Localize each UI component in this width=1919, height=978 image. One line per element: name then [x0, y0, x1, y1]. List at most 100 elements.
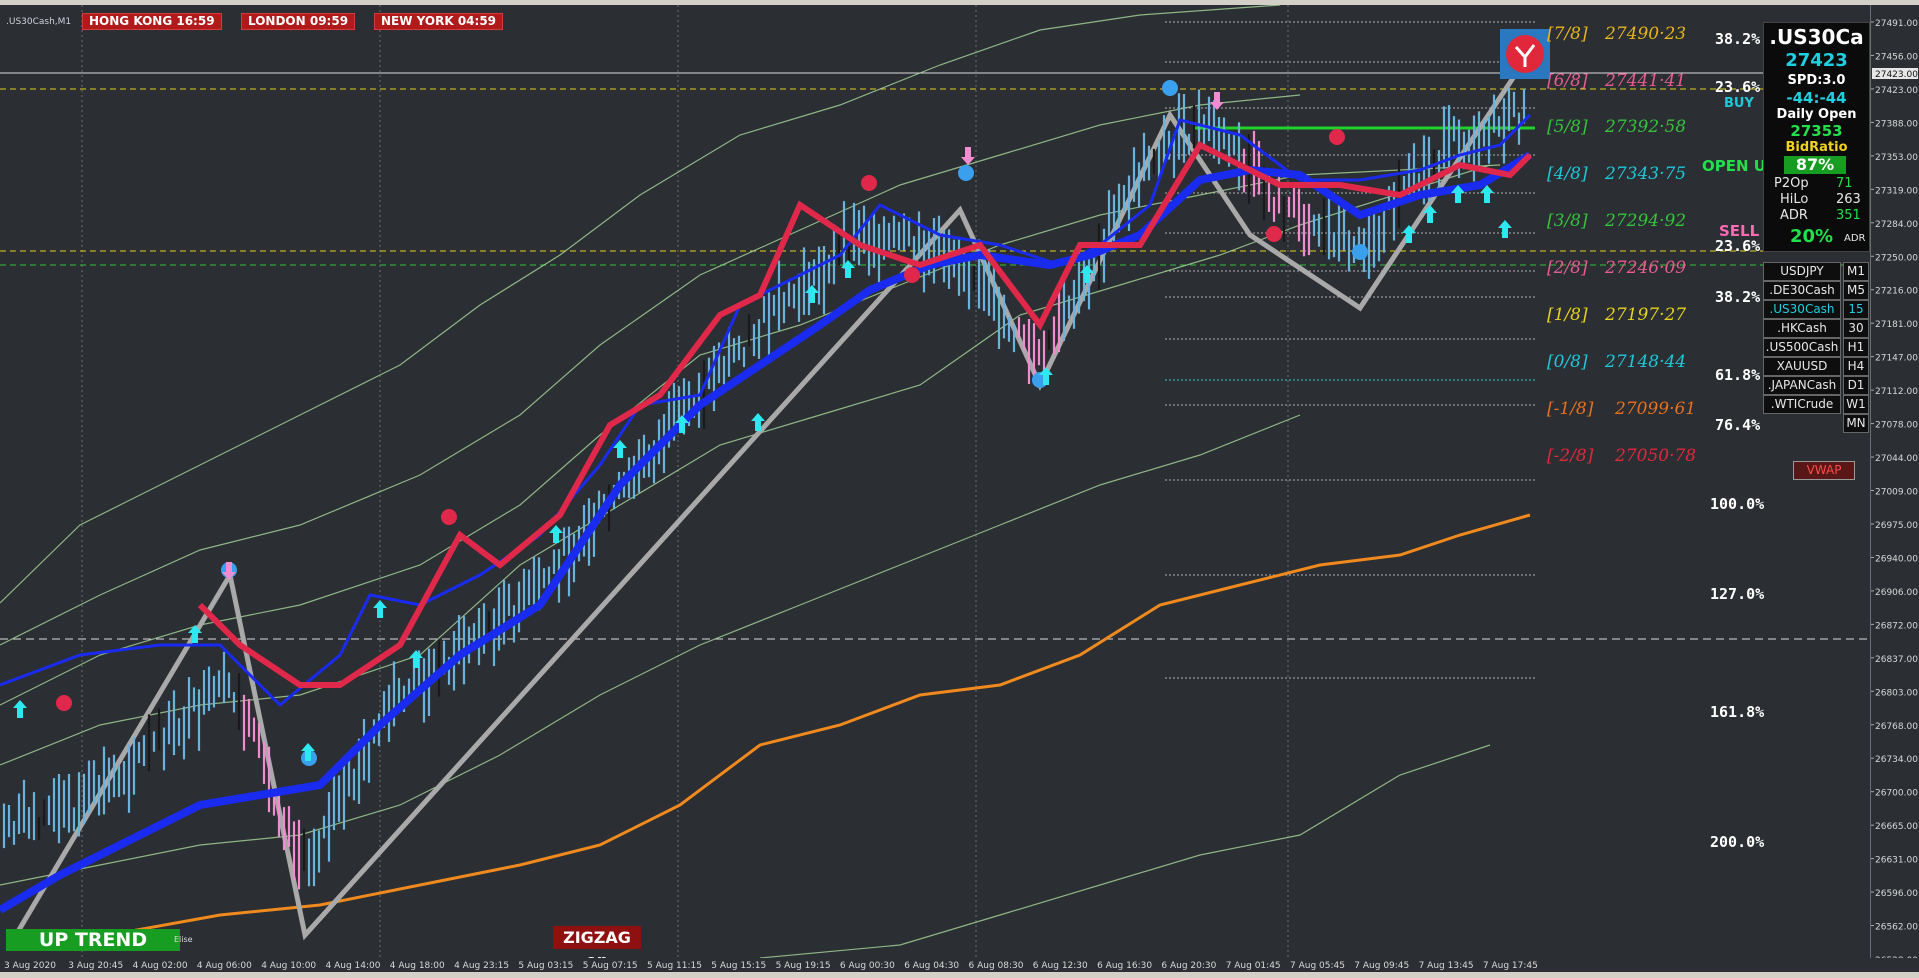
- sell-signal-dot: [56, 695, 72, 711]
- timeframe-period-button[interactable]: H4: [1843, 357, 1869, 376]
- murrey-level-price: 27490·23: [1605, 24, 1687, 44]
- time-axis-label: 5 Aug 15:15: [711, 961, 766, 971]
- time-axis-label: 4 Aug 02:00: [133, 961, 188, 971]
- sell-signal-dot: [441, 509, 457, 525]
- sell-arrow-icon: [1210, 92, 1224, 110]
- price-axis-label: 27044.00: [1875, 454, 1918, 464]
- price-axis-label: 26940.00: [1875, 554, 1918, 564]
- timeframe-row: .WTICrude W1: [1763, 395, 1869, 414]
- murrey-level-tag: [4/8]: [1547, 164, 1588, 184]
- fibo-level-label: 76.4%: [1715, 416, 1761, 434]
- info-p2op-label: P2Op: [1774, 176, 1809, 191]
- info-daily-open-label: Daily Open: [1776, 107, 1857, 122]
- buy-arrow-icon: [373, 600, 387, 618]
- murrey-level-tag: [6/8]: [1547, 71, 1588, 91]
- price-chart[interactable]: .US30Cash,M1: [0, 5, 1870, 958]
- time-axis-label: 4 Aug 18:00: [390, 961, 445, 971]
- murrey-level-tag: [-2/8]: [1547, 446, 1594, 466]
- price-axis-label: 27456.00: [1875, 52, 1918, 62]
- sell-signal-dot: [904, 267, 920, 283]
- symbol-timeframe-panel: USDJPY M1 .DE30Cash M5 .US30Cash 15 .HKCash 30.…: [1763, 262, 1869, 433]
- timeframe-period-button[interactable]: M1: [1843, 262, 1869, 281]
- timeframe-symbol-button[interactable]: .JAPANCash: [1763, 376, 1841, 395]
- timeframe-period-button[interactable]: MN: [1843, 414, 1869, 433]
- price-axis-label: 27181.00: [1875, 320, 1918, 330]
- price-axis-label: 26528.00: [1875, 956, 1918, 958]
- timeframe-symbol-button[interactable]: .WTICrude: [1763, 395, 1841, 414]
- murrey-level-tag: [2/8]: [1547, 258, 1588, 278]
- orange-moving-average: [119, 513, 1531, 935]
- info-symbol: .US30Ca: [1769, 25, 1864, 49]
- price-axis-label: 27491.00: [1875, 19, 1918, 29]
- time-axis[interactable]: 3 Aug 2020 3 Aug 20:45 4 Aug 02:00 4 Aug 06…: [0, 958, 1870, 972]
- timeframe-row: MN: [1763, 414, 1869, 433]
- timeframe-symbol-button[interactable]: .US30Cash: [1763, 300, 1841, 319]
- open-label: OPEN U: [1702, 157, 1766, 175]
- info-price: 27423: [1785, 50, 1848, 71]
- price-axis-label: 26631.00: [1875, 856, 1918, 866]
- sell-signal-dot: [861, 175, 877, 191]
- envelope-band: [0, 414, 1301, 886]
- buy-arrow-icon: [13, 700, 27, 718]
- info-spread: SPD:3.0: [1787, 73, 1846, 88]
- sell-label: SELL: [1719, 222, 1760, 240]
- timeframe-period-button[interactable]: W1: [1843, 395, 1869, 414]
- price-axis-label: 27147.00: [1875, 354, 1918, 364]
- current-price-tag: 27423.00: [1875, 70, 1918, 80]
- timeframe-period-button[interactable]: H1: [1843, 338, 1869, 357]
- price-axis-label: 27216.00: [1875, 287, 1918, 297]
- timeframe-row: .US500Cash H1: [1763, 338, 1869, 357]
- price-axis-label: 26768.00: [1875, 722, 1918, 732]
- time-axis-label: 6 Aug 00:30: [840, 961, 895, 971]
- price-axis-label: 26906.00: [1875, 588, 1918, 598]
- info-timer: -44:-44: [1786, 89, 1847, 107]
- price-axis-label: 26665.00: [1875, 822, 1918, 832]
- price-axis-label: 26803.00: [1875, 688, 1918, 698]
- price-axis[interactable]: 27491.00 27456.00 27423.00 27388.00 27353.00…: [1870, 5, 1919, 958]
- time-axis-label: 4 Aug 06:00: [197, 961, 252, 971]
- timeframe-symbol-button[interactable]: XAUUSD: [1763, 357, 1841, 376]
- sell-signal-dot: [1266, 226, 1282, 242]
- timeframe-symbol-button[interactable]: .US500Cash: [1763, 338, 1841, 357]
- timeframe-symbol-button[interactable]: .DE30Cash: [1763, 281, 1841, 300]
- price-axis-label: 27423.00: [1875, 86, 1918, 96]
- info-adr-percent: 20%: [1790, 226, 1834, 247]
- time-axis-label: 5 Aug 07:15: [583, 961, 638, 971]
- fibo-level-label: 200.0%: [1710, 833, 1765, 851]
- time-axis-label: 7 Aug 05:45: [1290, 961, 1345, 971]
- pivot-signal-dot: [1162, 80, 1178, 96]
- chart-symbol-title: .US30Cash,M1: [6, 17, 72, 27]
- time-axis-label: 6 Aug 08:30: [969, 961, 1024, 971]
- candle-group: [2, 87, 1526, 890]
- pivot-signal-dot: [1352, 244, 1368, 260]
- timeframe-period-button[interactable]: 30: [1843, 319, 1869, 338]
- timeframe-period-button[interactable]: D1: [1843, 376, 1869, 395]
- murrey-level-price: 27197·27: [1605, 305, 1687, 325]
- buy-label: BUY: [1724, 96, 1754, 111]
- murrey-level-price: 27099·61: [1615, 399, 1697, 419]
- elise-label: Elise: [174, 935, 193, 944]
- price-axis-label: 27284.00: [1875, 220, 1918, 230]
- time-axis-label: 4 Aug 14:00: [326, 961, 381, 971]
- fibo-level-label: 127.0%: [1710, 585, 1765, 603]
- info-adr-small: ADR: [1844, 233, 1866, 244]
- time-axis-label: 6 Aug 20:30: [1161, 961, 1216, 971]
- murrey-level-price: 27294·92: [1605, 211, 1687, 231]
- timeframe-row: .HKCash 30: [1763, 319, 1869, 338]
- murrey-level-tag: [3/8]: [1547, 211, 1588, 231]
- fibo-level-label: 100.0%: [1710, 495, 1765, 513]
- timeframe-row: XAUUSD H4: [1763, 357, 1869, 376]
- fibo-level-label: 161.8%: [1710, 703, 1765, 721]
- zigzag-status-label: ZIGZAG on: [553, 926, 641, 970]
- timeframe-period-button[interactable]: M5: [1843, 281, 1869, 300]
- timeframe-symbol-button[interactable]: .HKCash: [1763, 319, 1841, 338]
- timeframe-period-button[interactable]: 15: [1843, 300, 1869, 319]
- vwap-button[interactable]: VWAP: [1793, 461, 1855, 480]
- sell-signal-dot: [1329, 129, 1345, 145]
- timeframe-symbol-button[interactable]: USDJPY: [1763, 262, 1841, 281]
- price-axis-label: 26562.00: [1875, 923, 1918, 933]
- time-axis-label: 7 Aug 09:45: [1354, 961, 1409, 971]
- price-axis-label: 26975.00: [1875, 521, 1918, 531]
- price-axis-label: 27112.00: [1875, 387, 1918, 397]
- fibo-level-label: 61.8%: [1715, 366, 1761, 384]
